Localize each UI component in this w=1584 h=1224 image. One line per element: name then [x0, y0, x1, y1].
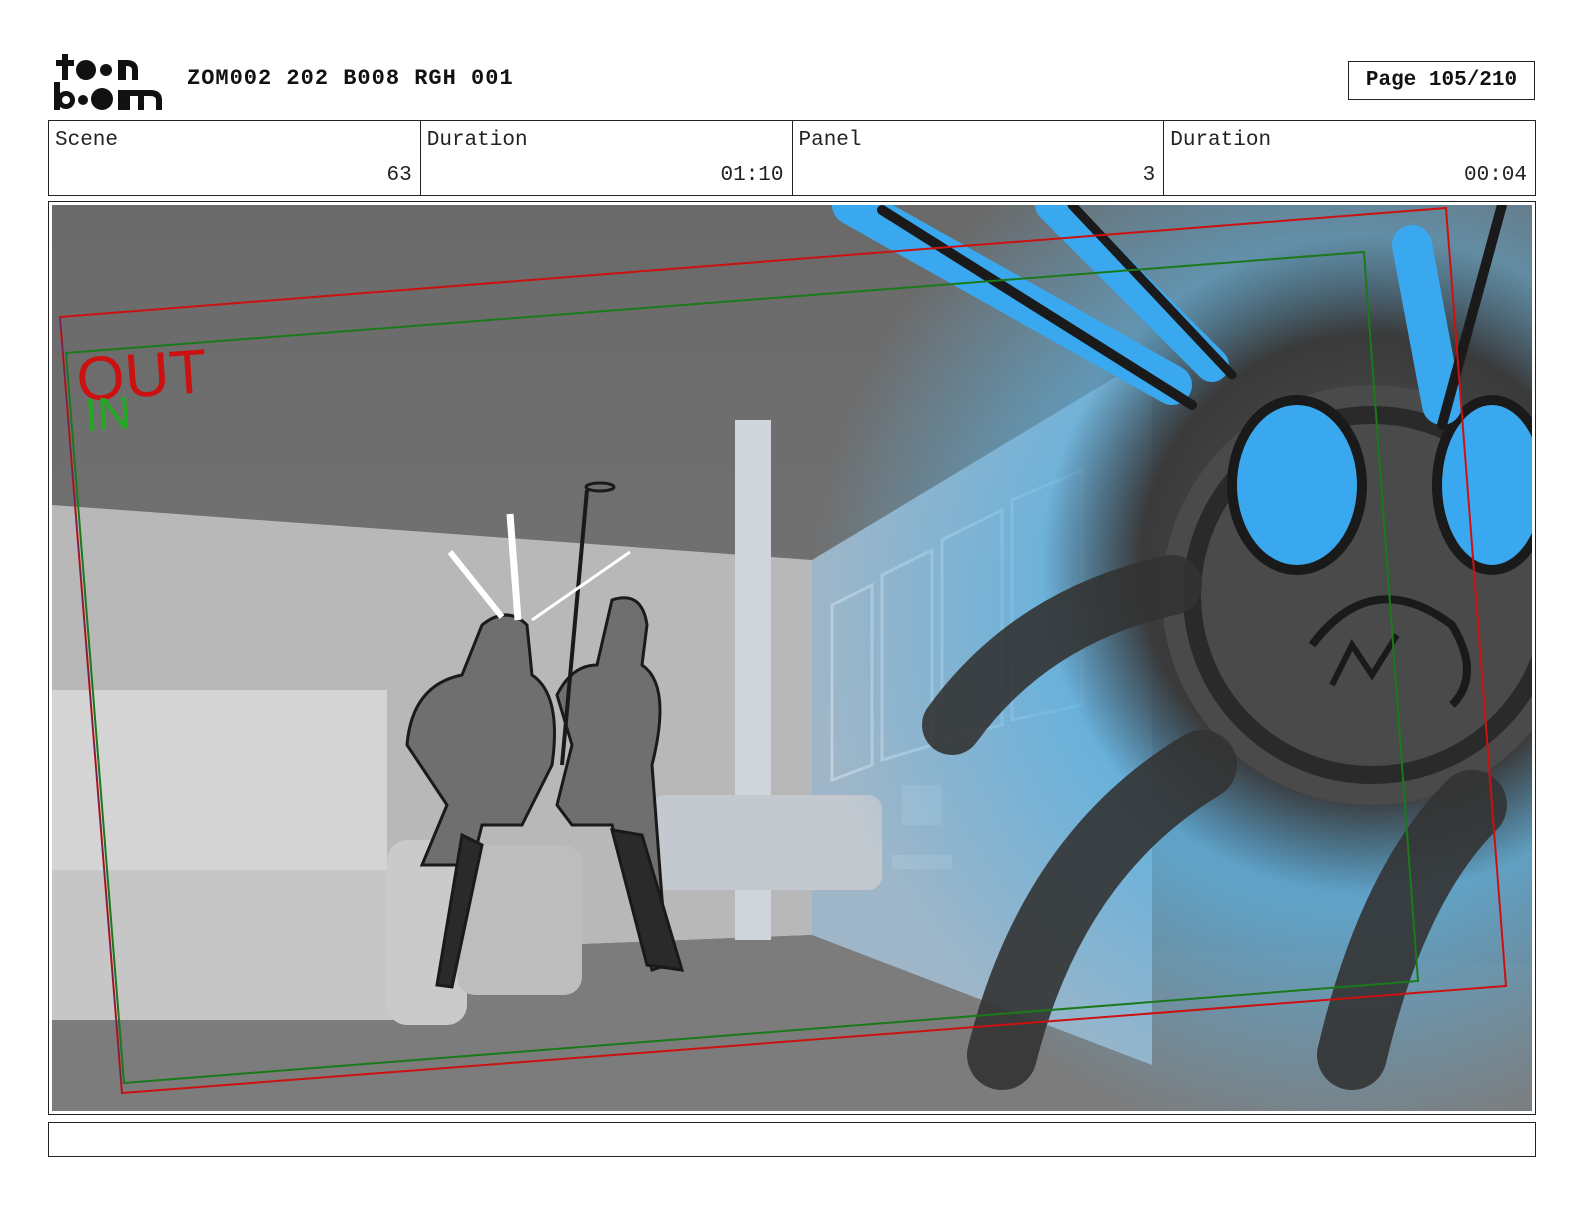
document-title: ZOM002 202 B008 RGH 001	[187, 66, 514, 91]
scene-label: Scene	[55, 129, 119, 152]
toonboom-logo	[52, 50, 164, 112]
scene-value: 63	[386, 164, 412, 187]
panel-label: Panel	[798, 129, 862, 152]
page-label: Page 105/210	[1365, 69, 1518, 92]
scene-cell: Scene 63	[49, 121, 421, 195]
in-label: IN	[83, 386, 133, 441]
storyboard-panel-image: OUT IN	[52, 205, 1532, 1111]
storyboard-drawing: OUT IN	[52, 205, 1532, 1111]
scene-duration-label: Duration	[426, 129, 528, 152]
info-table: Scene 63 Duration 01:10 Panel 3 Duration…	[48, 120, 1536, 196]
page-counter: Page 105/210	[1348, 61, 1535, 100]
scene-duration-value: 01:10	[720, 164, 784, 187]
scene-duration-cell: Duration 01:10	[421, 121, 793, 195]
panel-cell: Panel 3	[793, 121, 1165, 195]
panel-duration-cell: Duration 00:04	[1164, 121, 1535, 195]
toonboom-logo-mark	[54, 54, 162, 110]
panel-duration-label: Duration	[1170, 129, 1272, 152]
notes-box	[48, 1122, 1536, 1157]
panel-value: 3	[1142, 164, 1156, 187]
panel-duration-value: 00:04	[1463, 164, 1527, 187]
